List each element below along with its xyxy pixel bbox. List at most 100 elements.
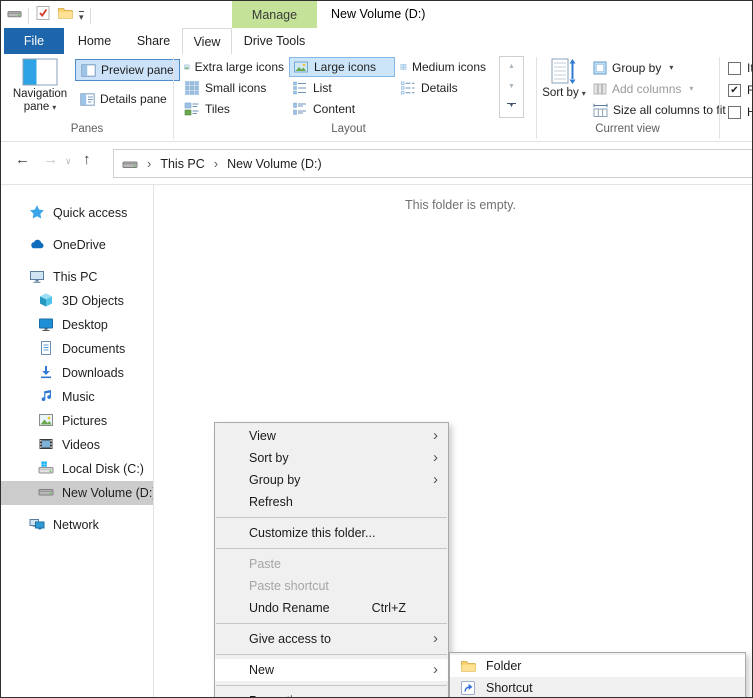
group-separator — [719, 57, 720, 139]
network-icon — [29, 516, 45, 535]
tab-drive-tools[interactable]: Drive Tools — [232, 28, 317, 54]
sort-by-icon — [551, 58, 577, 85]
sort-by-button[interactable]: Sort by▾ — [541, 57, 587, 123]
navigation-pane-button[interactable]: Navigation pane▾ — [9, 57, 71, 123]
preview-pane-button[interactable]: Preview pane — [75, 59, 180, 81]
layout-tiles[interactable]: Tiles — [181, 99, 287, 119]
item-check-boxes-checkbox[interactable]: It — [728, 57, 753, 79]
menu-item-refresh[interactable]: Refresh — [215, 491, 448, 513]
menu-item-label: Sort by — [249, 451, 289, 465]
sidebar-item-new-volume-d-selected[interactable]: New Volume (D:) — [1, 481, 153, 505]
film-icon — [38, 436, 54, 455]
current-view-commands: Group by▾ Add columns▾ Size all columns … — [593, 57, 726, 120]
sidebar-item-3d-objects[interactable]: 3D Objects — [1, 289, 153, 313]
empty-folder-message: This folder is empty. — [405, 198, 516, 212]
checkbox-label: H — [747, 105, 753, 119]
sidebar-item-documents[interactable]: Documents — [1, 337, 153, 361]
menu-item-sort-by[interactable]: Sort by › — [215, 447, 448, 469]
sidebar-item-network[interactable]: Network — [1, 513, 153, 537]
dropdown-icon: ▾ — [669, 63, 673, 72]
system-drive-icon — [38, 460, 54, 479]
layout-list[interactable]: List — [289, 78, 395, 98]
sidebar-item-local-disk-c[interactable]: Local Disk (C:) — [1, 457, 153, 481]
layout-gallery-scrollbar[interactable]: ▲ ▼ ▼ — [499, 56, 524, 118]
menu-item-label: View — [249, 429, 276, 443]
size-all-columns-button[interactable]: Size all columns to fit — [593, 99, 726, 120]
cube-icon — [38, 292, 54, 311]
layout-extra-large-icons[interactable]: Extra large icons — [181, 57, 287, 77]
layout-small-icons[interactable]: Small icons — [181, 78, 287, 98]
content-icon — [292, 101, 308, 117]
menu-item-label: Group by — [249, 473, 300, 487]
breadcrumb-this-pc[interactable]: This PC — [160, 157, 204, 171]
sidebar-item-label: Pictures — [62, 414, 107, 428]
checkbox-checked[interactable]: ✔ — [728, 84, 741, 97]
dropdown-icon: ▾ — [52, 103, 56, 112]
sidebar-item-videos[interactable]: Videos — [1, 433, 153, 457]
menu-item-view[interactable]: View › — [215, 425, 448, 447]
document-icon — [38, 340, 54, 359]
breadcrumb-new-volume[interactable]: New Volume (D:) — [227, 157, 321, 171]
checkbox[interactable] — [728, 62, 741, 75]
up-button[interactable]: ↑ — [83, 151, 91, 168]
menu-separator — [216, 654, 447, 655]
customize-qat-dropdown-icon[interactable]: ▾ — [79, 11, 84, 21]
sidebar-item-label: Quick access — [53, 206, 127, 220]
menu-item-customize-this-folder[interactable]: Customize this folder... — [215, 522, 448, 544]
new-folder-icon[interactable] — [57, 5, 73, 26]
back-button[interactable]: ← — [15, 151, 30, 168]
title-bar: ▾ Manage New Volume (D:) — [1, 1, 752, 28]
manage-contextual-header: Manage — [232, 1, 317, 28]
breadcrumb-chevron-icon[interactable]: › — [147, 156, 151, 171]
current-view-group-label: Current view — [536, 123, 719, 135]
tab-share[interactable]: Share — [125, 28, 182, 54]
menu-item-group-by[interactable]: Group by › — [215, 469, 448, 491]
layout-medium-icons[interactable]: Medium icons — [397, 57, 489, 77]
sidebar-item-quick-access[interactable]: Quick access — [1, 201, 153, 225]
layout-details[interactable]: Details — [397, 78, 489, 98]
extra-large-icons-icon — [184, 59, 190, 75]
layout-group-label: Layout — [173, 123, 524, 135]
properties-check-icon[interactable] — [35, 5, 51, 26]
sidebar-item-desktop[interactable]: Desktop — [1, 313, 153, 337]
sidebar-item-onedrive[interactable]: OneDrive — [1, 233, 153, 257]
size-columns-icon — [593, 103, 608, 117]
gallery-more-icon[interactable]: ▼ — [500, 97, 523, 117]
sidebar-item-downloads[interactable]: Downloads — [1, 361, 153, 385]
checkbox[interactable] — [728, 106, 741, 119]
tab-file[interactable]: File — [4, 28, 64, 54]
menu-separator — [216, 623, 447, 624]
onedrive-cloud-icon — [29, 236, 45, 255]
sidebar-item-music[interactable]: Music — [1, 385, 153, 409]
layout-large-icons-selected[interactable]: Large icons — [289, 57, 395, 77]
navigation-pane: Quick access OneDrive This PC 3D Objects… — [1, 185, 154, 697]
group-by-button[interactable]: Group by▾ — [593, 57, 726, 78]
recent-locations-chevron-icon: ∨ — [65, 156, 72, 167]
menu-item-undo-rename[interactable]: Undo Rename Ctrl+Z — [215, 597, 448, 619]
menu-item-properties[interactable]: Properties — [215, 690, 448, 698]
submenu-item-folder-highlighted[interactable]: Folder — [450, 655, 745, 677]
gallery-scroll-down-icon[interactable]: ▼ — [500, 77, 523, 97]
menu-item-new-highlighted[interactable]: New › — [215, 659, 448, 681]
sidebar-item-label: 3D Objects — [62, 294, 124, 308]
layout-content[interactable]: Content — [289, 99, 395, 119]
tab-view[interactable]: View — [182, 28, 232, 54]
qat-separator — [28, 8, 29, 24]
submenu-item-shortcut[interactable]: Shortcut — [450, 677, 745, 698]
checkbox-label: F — [747, 83, 753, 97]
address-bar[interactable]: › This PC › New Volume (D:) — [113, 149, 753, 178]
details-pane-button[interactable]: Details pane — [75, 88, 172, 110]
panes-group-label: Panes — [1, 123, 173, 135]
computer-icon — [29, 268, 45, 287]
breadcrumb-chevron-icon[interactable]: › — [214, 156, 218, 171]
submenu-chevron-icon: › — [433, 659, 438, 681]
menu-item-give-access-to[interactable]: Give access to › — [215, 628, 448, 650]
size-all-columns-label: Size all columns to fit — [613, 103, 726, 117]
sidebar-item-this-pc[interactable]: This PC — [1, 265, 153, 289]
hidden-items-checkbox[interactable]: H — [728, 101, 753, 123]
picture-icon — [38, 412, 54, 431]
sidebar-item-pictures[interactable]: Pictures — [1, 409, 153, 433]
file-name-extensions-checkbox[interactable]: ✔ F — [728, 79, 753, 101]
tab-home[interactable]: Home — [64, 28, 125, 54]
gallery-scroll-up-icon[interactable]: ▲ — [500, 57, 523, 77]
